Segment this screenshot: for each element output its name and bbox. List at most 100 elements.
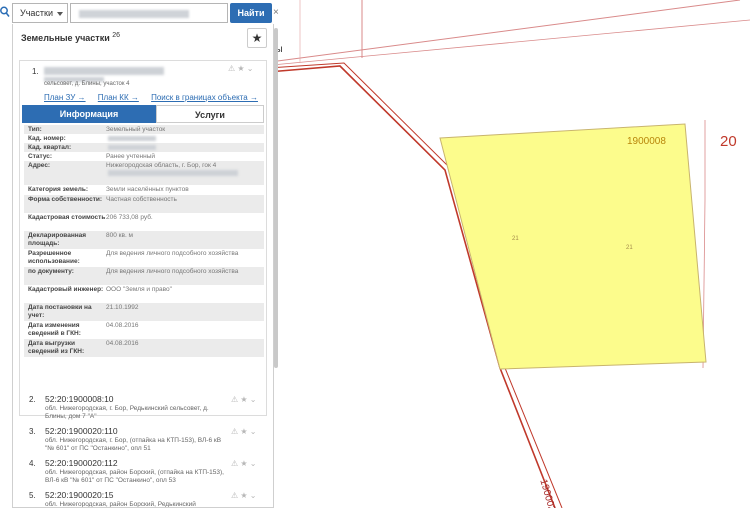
card-address: сельсовет, д. Блины, участок 4 [44,81,130,87]
search-in-bounds-link[interactable]: Поиск в границах объекта → [151,93,258,102]
card-number: 1. [32,67,39,76]
quarter-boundary-line-3 [271,19,750,66]
property-row: Статус: Ранее учтенный [24,152,264,161]
list-item-tools[interactable]: ⚠ ★ ⌄ [231,427,257,436]
list-item[interactable]: 2. 52:20:1900008:10 обл. Нижегородская, г.… [23,394,269,426]
list-item-number: 2. [29,395,36,404]
find-button[interactable]: Найти [230,3,272,23]
close-icon[interactable]: × [273,7,279,18]
card-tools[interactable]: ⚠ ★ ⌄ [228,64,254,73]
list-item-address: обл. Нижегородская, район Борский, Редьк… [45,501,196,508]
panel-scrollbar[interactable] [274,28,278,368]
chevron-down-icon [57,12,63,16]
property-row: Кадастровый инженер: ООО "Земля и право" [24,285,264,303]
search-icon[interactable] [0,6,10,20]
redacted-value [108,145,156,150]
list-item-cad-number: 52:20:1900020:15 [45,490,114,500]
parcel-cad-label: 1900008 [627,136,666,147]
property-row: Адрес: Нижегородская область, г. Бор, гок… [24,161,264,185]
list-item[interactable]: 5. 52:20:1900020:15 обл. Нижегородская, ра… [23,490,269,508]
property-row: Дата изменения сведений в ГКН: 04.08.2016 [24,321,264,339]
list-item[interactable]: 4. 52:20:1900020:112 обл. Нижегородская, р… [23,458,269,490]
selected-parcel [439,123,707,370]
parcel-number-label-2: 21 [626,245,633,251]
quarter-boundary-line [269,0,741,63]
property-value: 206 733,08 руб. [106,214,153,221]
list-item-cad-number: 52:20:1900008:10 [45,394,114,404]
parcel-plan-link[interactable]: План ЗУ → [44,93,86,102]
property-label: Кад. номер: [28,135,66,142]
property-label: Кадастровый инженер: [28,286,104,293]
list-item-number: 5. [29,491,36,500]
redacted-address-value [108,170,238,176]
property-row: Кадастровая стоимость 206 733,08 руб. [24,213,264,231]
property-value: Ранее учтенный [106,153,155,160]
search-input[interactable]: × [70,3,279,23]
list-item-cad-number: 52:20:1900020:110 [45,426,118,436]
list-item-address: обл. Нижегородская, г. Бор, Редькинский … [45,405,209,420]
properties-table: Тип: Земельный участок Кад. номер: Кад. ква… [24,125,264,357]
property-row: Категория земель: Земли населённых пункто… [24,185,264,195]
redacted-query [79,10,189,18]
property-label: Адрес: [28,162,51,169]
results-list: 2. 52:20:1900008:10 обл. Нижегородская, г.… [23,394,269,508]
property-value: Частная собственность [106,196,177,203]
cadastral-plan-link[interactable]: План КК → [98,93,139,102]
property-row: Кад. номер: [24,134,264,143]
property-value: Нижегородская область, г. Бор, гок 4 [106,162,217,169]
property-value: 04.08.2016 [106,340,139,347]
quarter-label: 20 [720,133,737,150]
category-select-value: Участки [20,8,53,18]
search-bar: Участки × Найти [12,3,279,23]
list-item-tools[interactable]: ⚠ ★ ⌄ [231,395,257,404]
category-select[interactable]: Участки [12,3,68,23]
property-value: Земли населённых пунктов [106,186,189,193]
property-row: Разрешенное использование: Для ведения ли… [24,249,264,267]
property-row: Дата выгрузки сведений из ГКН: 04.08.2016 [24,339,264,357]
property-value: ООО "Земля и право" [106,286,172,293]
tab-information[interactable]: Информация [22,105,156,123]
property-row: Дата постановки на учет: 21.10.1992 [24,303,264,321]
parcel-card[interactable]: 1. сельсовет, д. Блины, участок 4 ⚠ ★ ⌄ … [19,60,267,416]
results-count: 26 [112,32,121,39]
card-tabs: Информация Услуги [22,105,264,123]
list-item-address: обл. Нижегородская, г. Бор, (отпайка на … [45,437,222,452]
list-item-address: обл. Нижегородская, район Борский, (отпа… [45,469,224,484]
property-label: Декларированная площадь: [28,232,87,247]
tab-services[interactable]: Услуги [156,105,264,123]
property-label: Форма собственности: [28,196,103,203]
property-row: Тип: Земельный участок [24,125,264,134]
property-label: Дата выгрузки сведений из ГКН: [28,340,85,355]
list-item[interactable]: 3. 52:20:1900020:110 обл. Нижегородская, г… [23,426,269,458]
property-label: Статус: [28,153,53,160]
property-value: 800 кв. м [106,232,134,239]
property-label: Разрешенное использование: [28,250,80,265]
property-label: Дата постановки на учет: [28,304,92,319]
card-links: План ЗУ → План КК → Поиск в границах объ… [44,93,268,102]
favorites-button[interactable]: ★ [247,28,267,48]
property-label: Кад. квартал: [28,144,72,151]
list-item-tools[interactable]: ⚠ ★ ⌄ [231,459,257,468]
results-panel: Земельные участки 26 ★ 1. сельсовет, д. … [12,24,274,508]
redacted-cad-number [44,67,164,75]
list-item-number: 3. [29,427,36,436]
property-label: по документу: [28,268,74,275]
property-value: 21.10.1992 [106,304,139,311]
property-label: Кадастровая стоимость [28,214,106,221]
list-item-tools[interactable]: ⚠ ★ ⌄ [231,491,257,500]
panel-title: Земельные участки 26 [21,32,120,43]
property-label: Тип: [28,126,42,133]
property-row: Декларированная площадь: 800 кв. м [24,231,264,249]
property-value: Для ведения личного подсобного хозяйства [106,250,239,257]
redacted-value [108,136,156,141]
list-item-number: 4. [29,459,36,468]
star-icon: ★ [251,31,263,45]
property-label: Категория земель: [28,186,89,193]
property-value: Земельный участок [106,126,166,133]
panel-title-text: Земельные участки [21,33,110,43]
property-row: Форма собственности: Частная собственност… [24,195,264,213]
property-row: по документу: Для ведения личного подсобн… [24,267,264,285]
property-value: 04.08.2016 [106,322,139,329]
list-item-cad-number: 52:20:1900020:112 [45,458,118,468]
property-row: Кад. квартал: [24,143,264,152]
